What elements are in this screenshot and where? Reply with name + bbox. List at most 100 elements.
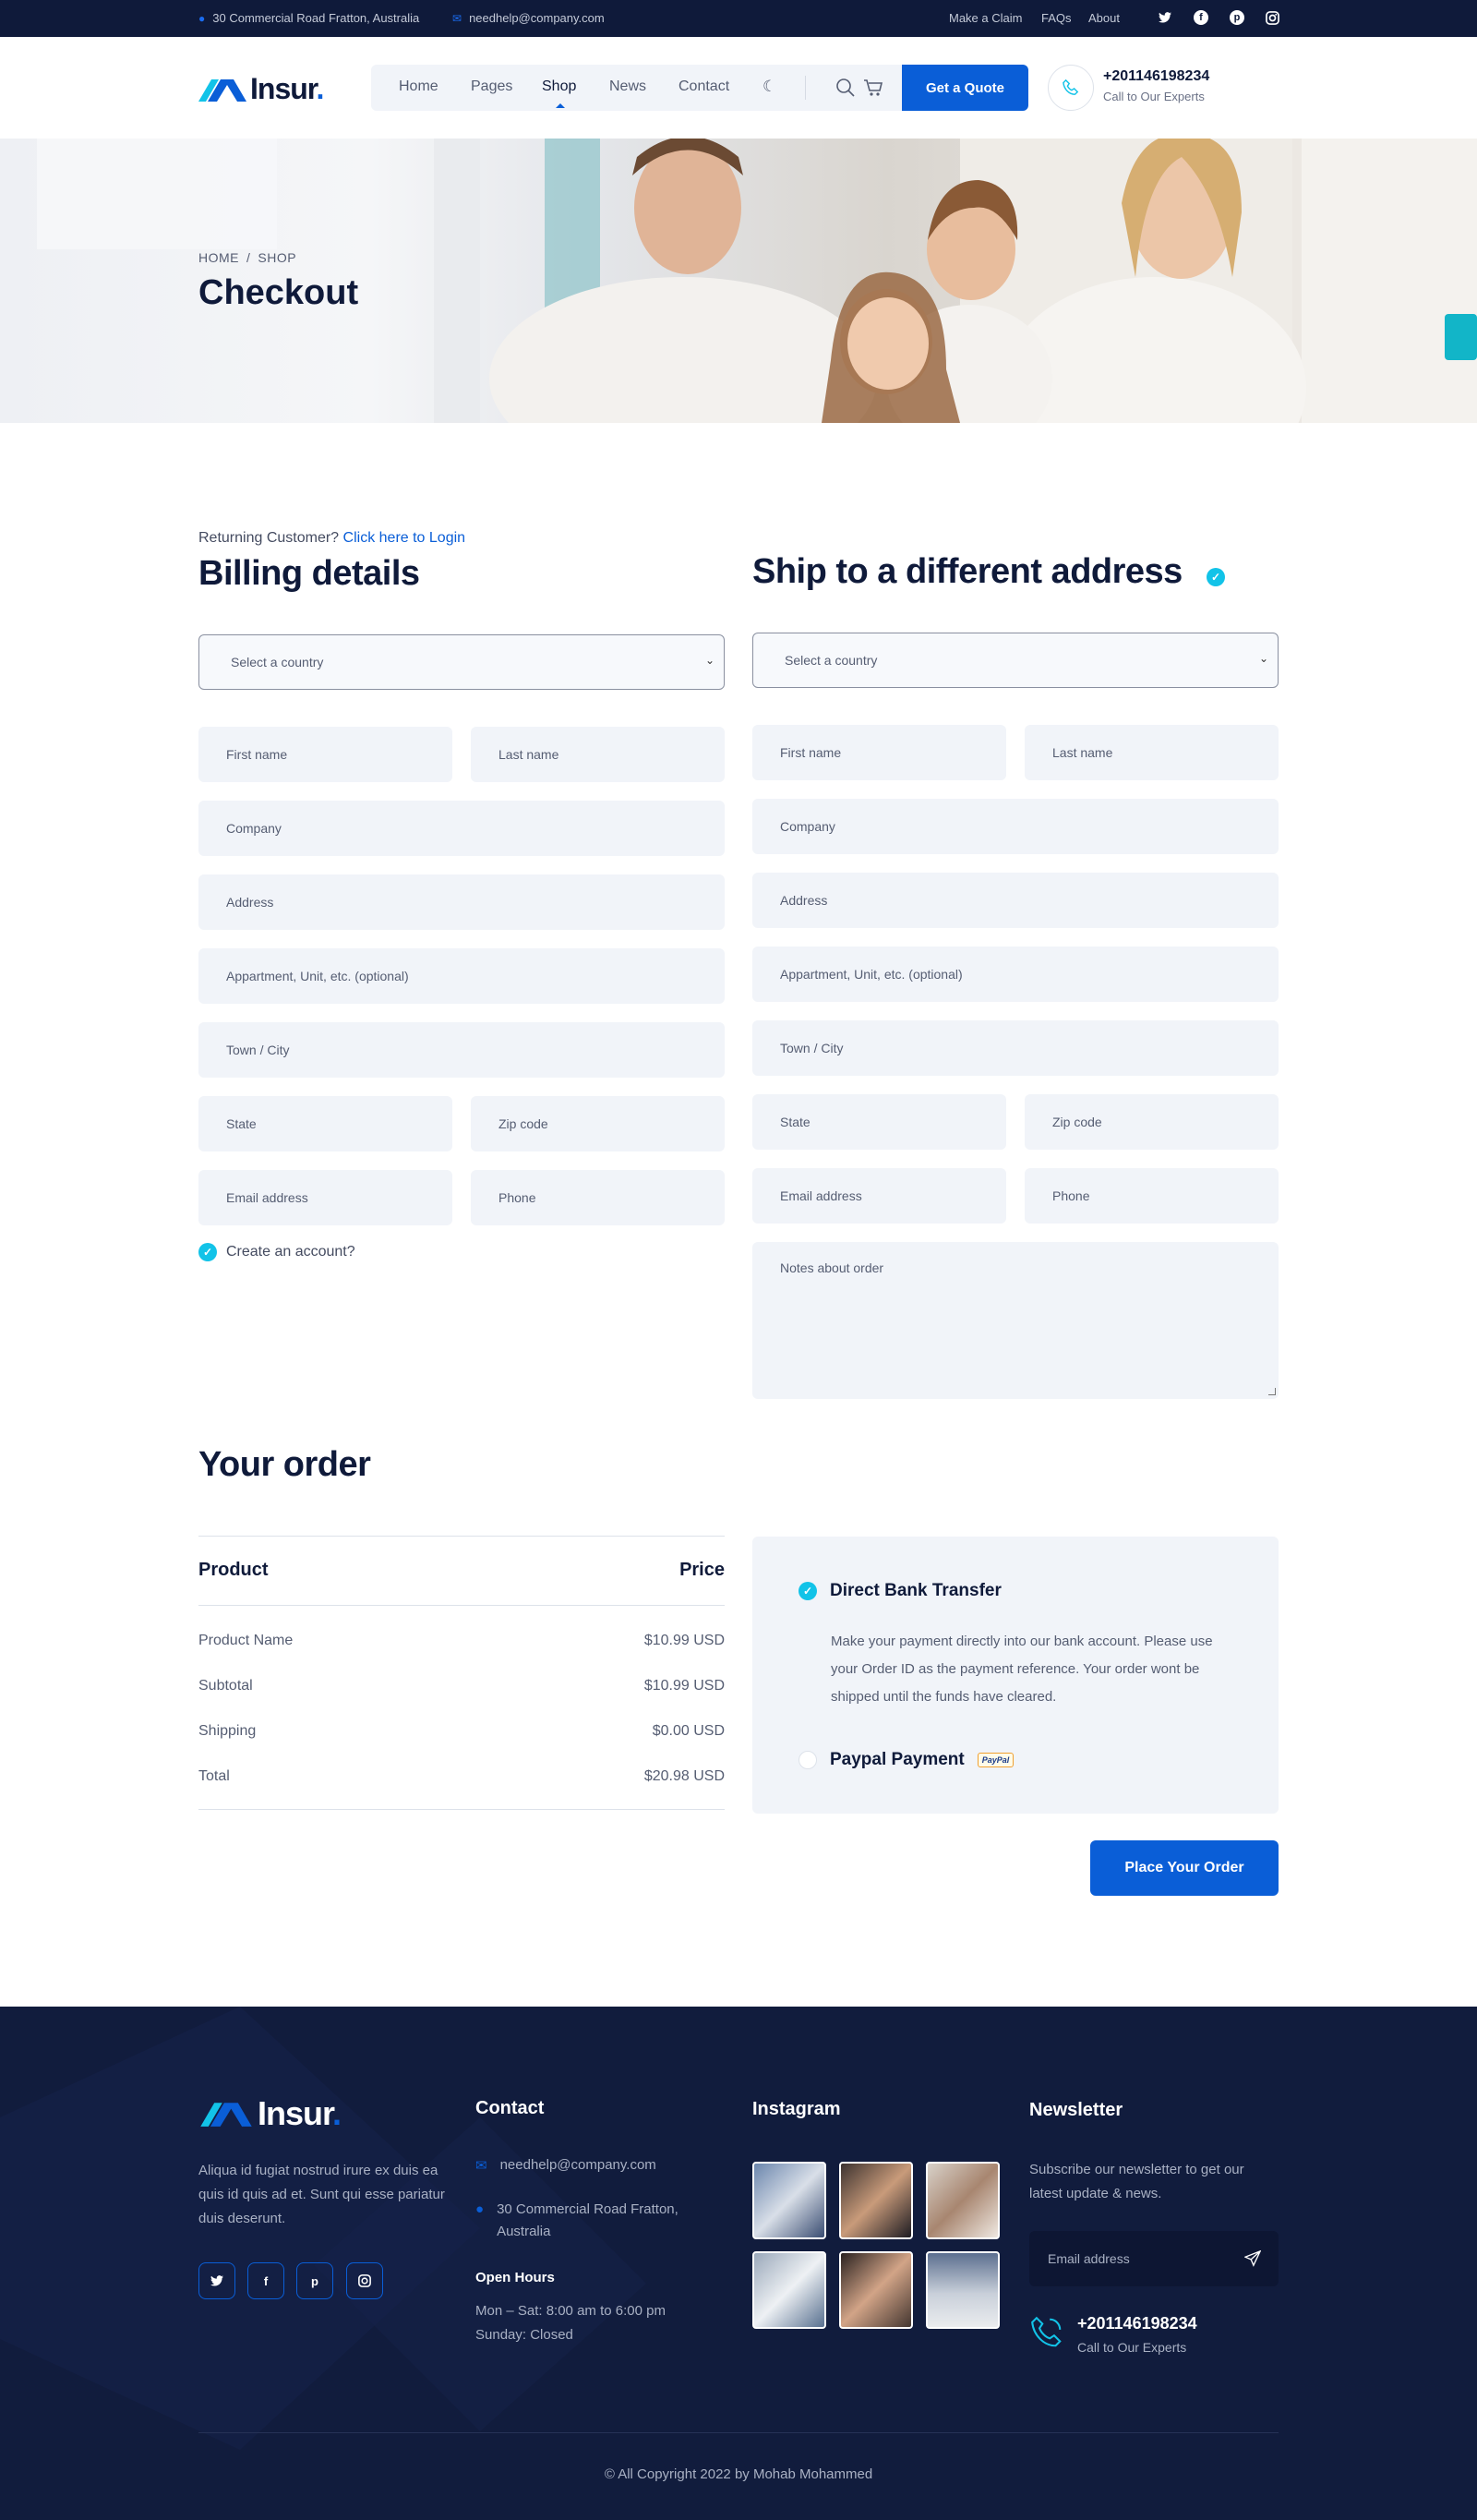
shipping-company-input[interactable]: Company <box>752 799 1279 854</box>
facebook-icon[interactable]: f <box>1194 10 1208 25</box>
textarea-resize-handle[interactable] <box>1268 1388 1276 1395</box>
nav-divider <box>805 76 806 100</box>
billing-address-input[interactable]: Address <box>198 874 725 930</box>
twitter-icon[interactable] <box>1157 9 1173 26</box>
footer-logo-text: Insur <box>258 2094 333 2132</box>
billing-company-input[interactable]: Company <box>198 801 725 856</box>
order-row: Product Name $10.99 USD <box>198 1633 725 1648</box>
breadcrumb: HOME / SHOP <box>198 250 296 265</box>
pinterest-icon[interactable]: p <box>1230 10 1244 25</box>
topbar-email[interactable]: ✉ needhelp@company.com <box>452 11 605 25</box>
shipping-apartment-input[interactable]: Appartment, Unit, etc. (optional) <box>752 947 1279 1002</box>
envelope-icon: ✉ <box>452 11 462 25</box>
order-row: Total $20.98 USD <box>198 1768 725 1784</box>
shipping-address-input[interactable]: Address <box>752 873 1279 928</box>
hero-family-photo <box>406 139 1329 423</box>
footer-logo[interactable]: Insur. <box>198 2094 342 2133</box>
shipping-phone-input[interactable]: Phone <box>1025 1168 1279 1224</box>
footer-phone-icon <box>1029 2315 1064 2355</box>
cart-icon[interactable] <box>863 78 883 102</box>
shipping-country-select[interactable]: Select a country ⌄ <box>752 633 1279 688</box>
footer-contact-address: ● 30 Commercial Road Fratton, Australia <box>475 2199 697 2243</box>
billing-country-select[interactable]: Select a country ⌄ <box>198 634 725 690</box>
topbar-link-about[interactable]: About <box>1088 11 1120 25</box>
footer-phone-number[interactable]: +201146198234 <box>1077 2314 1197 2333</box>
location-pin-icon: ● <box>475 2201 485 2217</box>
billing-zip-input[interactable]: Zip code <box>471 1096 725 1151</box>
order-row: Subtotal $10.99 USD <box>198 1678 725 1694</box>
billing-town-input[interactable]: Town / City <box>198 1022 725 1078</box>
instagram-photo[interactable] <box>839 2162 913 2239</box>
billing-apartment-input[interactable]: Appartment, Unit, etc. (optional) <box>198 948 725 1004</box>
checkmark-icon: ✓ <box>198 1243 217 1261</box>
footer-divider <box>198 2432 1279 2433</box>
phone-icon[interactable] <box>1048 65 1094 111</box>
footer-newsletter-text: Subscribe our newsletter to get our late… <box>1029 2162 1244 2201</box>
radio-checked-icon: ✓ <box>799 1582 817 1600</box>
order-notes-textarea[interactable]: Notes about order <box>752 1242 1279 1399</box>
shipping-zip-input[interactable]: Zip code <box>1025 1094 1279 1150</box>
shipping-town-input[interactable]: Town / City <box>752 1020 1279 1076</box>
footer-copyright: © All Copyright 2022 by Mohab Mohammed <box>604 2466 873 2482</box>
send-paper-plane-icon[interactable] <box>1243 2249 1262 2272</box>
shipping-last-name-input[interactable]: Last name <box>1025 725 1279 780</box>
instagram-photo[interactable] <box>839 2251 913 2329</box>
breadcrumb-home[interactable]: HOME <box>198 250 239 265</box>
pinterest-icon[interactable]: p <box>296 2262 333 2299</box>
radio-unchecked-icon <box>799 1751 817 1769</box>
login-link[interactable]: Click here to Login <box>343 530 466 546</box>
footer-hours-sunday: Sunday: Closed <box>475 2327 573 2343</box>
instagram-photo[interactable] <box>752 2251 826 2329</box>
nav-contact[interactable]: Contact <box>678 78 729 95</box>
footer-phone-caption: Call to Our Experts <box>1077 2340 1187 2355</box>
place-order-button[interactable]: Place Your Order <box>1090 1840 1279 1896</box>
topbar-address: ● 30 Commercial Road Fratton, Australia <box>198 11 420 25</box>
footer-newsletter-title: Newsletter <box>1029 2100 1123 2120</box>
logo-mark-icon <box>198 76 246 103</box>
footer-hours-title: Open Hours <box>475 2270 555 2285</box>
footer-contact-title: Contact <box>475 2098 545 2118</box>
nav-shop[interactable]: Shop <box>542 78 576 95</box>
billing-first-name-input[interactable]: First name <box>198 727 452 782</box>
logo-dot: . <box>316 72 324 105</box>
newsletter-email-input[interactable]: Email address <box>1029 2231 1279 2286</box>
create-account-checkbox[interactable]: ✓ Create an account? <box>198 1243 355 1261</box>
shipping-email-input[interactable]: Email address <box>752 1168 1006 1224</box>
billing-state-input[interactable]: State <box>198 1096 452 1151</box>
header-phone-number[interactable]: +201146198234 <box>1103 68 1209 85</box>
payment-option-paypal[interactable]: Paypal Payment PayPal <box>799 1750 1015 1770</box>
nav-home[interactable]: Home <box>399 78 438 95</box>
billing-phone-input[interactable]: Phone <box>471 1170 725 1225</box>
twitter-icon[interactable] <box>198 2262 235 2299</box>
order-divider-bottom <box>198 1809 725 1810</box>
shipping-title: Ship to a different address <box>752 552 1183 591</box>
shipping-first-name-input[interactable]: First name <box>752 725 1006 780</box>
active-nav-indicator <box>556 103 565 108</box>
ship-different-checkmark-icon[interactable]: ✓ <box>1207 568 1225 586</box>
shipping-state-input[interactable]: State <box>752 1094 1006 1150</box>
payment-option-bank[interactable]: ✓ Direct Bank Transfer <box>799 1581 1002 1601</box>
bank-transfer-description: Make your payment directly into our bank… <box>831 1634 1213 1705</box>
nav-news[interactable]: News <box>609 78 646 95</box>
chevron-down-icon: ⌄ <box>704 654 714 667</box>
get-a-quote-button[interactable]: Get a Quote <box>902 65 1028 111</box>
nav-pages[interactable]: Pages <box>471 78 512 95</box>
billing-last-name-input[interactable]: Last name <box>471 727 725 782</box>
instagram-icon[interactable] <box>346 2262 383 2299</box>
search-icon[interactable] <box>835 78 856 102</box>
instagram-icon[interactable] <box>1264 9 1280 26</box>
envelope-icon: ✉ <box>475 2158 487 2174</box>
instagram-photo[interactable] <box>752 2162 826 2239</box>
your-order-title: Your order <box>198 1445 371 1484</box>
logo[interactable]: Insur. <box>198 72 324 106</box>
billing-email-input[interactable]: Email address <box>198 1170 452 1225</box>
footer-contact-email[interactable]: ✉ needhelp@company.com <box>475 2157 656 2174</box>
topbar-link-faqs[interactable]: FAQs <box>1041 11 1072 25</box>
instagram-photo[interactable] <box>926 2251 1000 2329</box>
instagram-photo[interactable] <box>926 2162 1000 2239</box>
dark-mode-moon-icon[interactable]: ☾ <box>763 78 776 96</box>
topbar-link-claim[interactable]: Make a Claim <box>949 11 1022 25</box>
footer-hours-weekday: Mon – Sat: 8:00 am to 6:00 pm <box>475 2303 666 2319</box>
facebook-icon[interactable]: f <box>247 2262 284 2299</box>
page-title: Checkout <box>198 273 359 312</box>
